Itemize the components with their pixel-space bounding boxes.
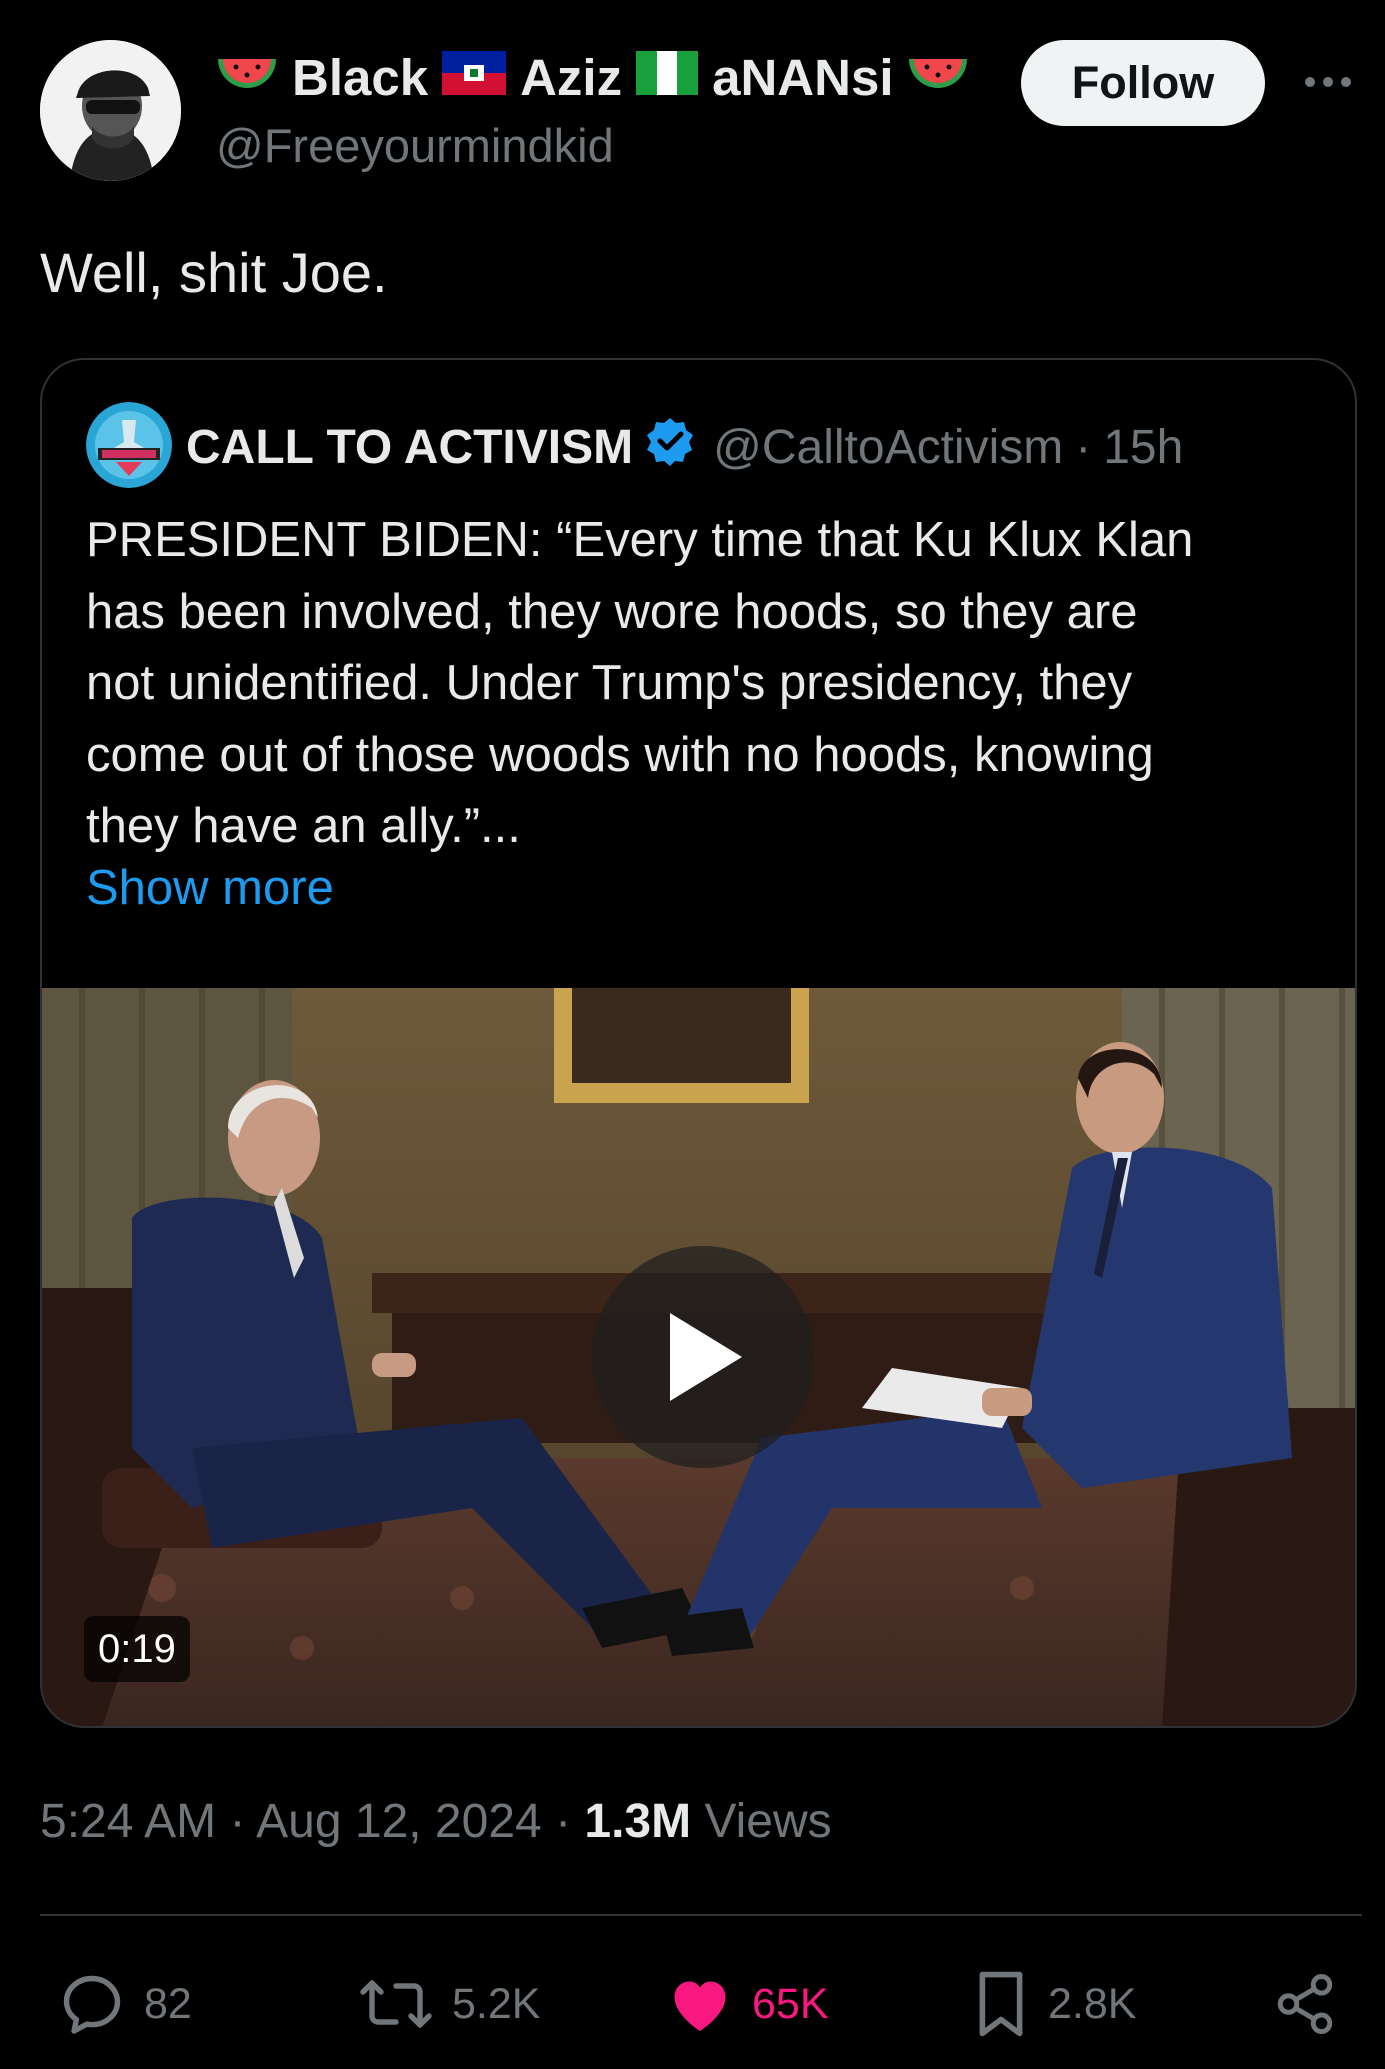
quoted-text-line: PRESIDENT BIDEN: “Every time that Ku Klu… [86, 513, 1194, 567]
author-handle[interactable]: @Freeyourmindkid [216, 118, 614, 173]
author-name-part-2: Aziz [520, 48, 623, 106]
share-button[interactable] [1272, 1960, 1338, 2048]
tweet-meta: 5:24 AM · Aug 12, 2024 · 1.3M Views [40, 1794, 832, 1849]
author-name-part-3: aNANsi [712, 48, 894, 106]
repost-button[interactable]: 5.2K [356, 1960, 540, 2048]
quoted-author-handle[interactable]: @CalltoActivism [713, 420, 1063, 475]
follow-button[interactable]: Follow [1021, 40, 1265, 126]
bookmark-count: 2.8K [1048, 1979, 1137, 2028]
quoted-text-line: come out of those woods with no hoods, k… [86, 727, 1154, 782]
meta-separator: · [555, 1795, 572, 1848]
tweet-date[interactable]: Aug 12, 2024 [256, 1795, 542, 1848]
heart-filled-icon [674, 1981, 726, 2031]
meta-separator: · [1075, 420, 1092, 474]
views-label: Views [704, 1795, 832, 1848]
quoted-tweet-time[interactable]: 15h [1103, 420, 1183, 475]
author-name[interactable]: Black Aziz aNANsi [216, 46, 969, 108]
quoted-text-line: not unidentified. Under Trump's presiden… [86, 656, 1133, 710]
haiti-flag-icon [442, 48, 507, 107]
views-count: 1.3M [584, 1795, 692, 1848]
play-button[interactable] [592, 1246, 814, 1468]
quoted-author-name[interactable]: CALL TO ACTIVISM [186, 420, 633, 475]
bookmark-button[interactable]: 2.8K [970, 1960, 1136, 2048]
video-duration: 0:19 [84, 1616, 190, 1682]
share-icon [1277, 1974, 1333, 2034]
reply-icon [63, 1975, 121, 2034]
quoted-text-line: they have an ally.”... [86, 799, 521, 853]
author-name-part-1: Black [292, 48, 429, 106]
quoted-author-avatar[interactable] [86, 402, 172, 488]
quoted-tweet-header: CALL TO ACTIVISM @CalltoActivism · 15h [186, 414, 1183, 480]
reply-button[interactable]: 82 [56, 1960, 192, 2048]
bookmark-icon [979, 1971, 1023, 2037]
repost-icon [360, 1980, 432, 2028]
reply-count: 82 [144, 1979, 192, 2028]
author-avatar[interactable] [40, 40, 181, 181]
quoted-text-line: has been involved, they wore hoods, so t… [86, 584, 1138, 639]
tweet-time[interactable]: 5:24 AM [40, 1795, 216, 1848]
tweet-text: Well, shit Joe. [40, 241, 388, 304]
more-options-icon[interactable] [1300, 62, 1356, 102]
play-icon [670, 1313, 742, 1401]
quoted-tweet-text: PRESIDENT BIDEN: “Every time that Ku Klu… [86, 505, 1316, 863]
repost-count: 5.2K [452, 1979, 541, 2028]
show-more-link[interactable]: Show more [86, 860, 334, 916]
video-player[interactable]: 0:19 [42, 988, 1355, 1726]
watermelon-icon [907, 48, 969, 107]
like-button[interactable]: 65K [664, 1960, 829, 2048]
nigeria-flag-icon [636, 48, 699, 107]
like-count: 65K [752, 1979, 829, 2028]
verified-badge-icon [645, 416, 695, 478]
watermelon-icon [216, 48, 278, 107]
quoted-tweet-card[interactable]: CALL TO ACTIVISM @CalltoActivism · 15h P… [40, 358, 1357, 1728]
meta-separator: · [229, 1795, 246, 1848]
divider [40, 1914, 1362, 1916]
